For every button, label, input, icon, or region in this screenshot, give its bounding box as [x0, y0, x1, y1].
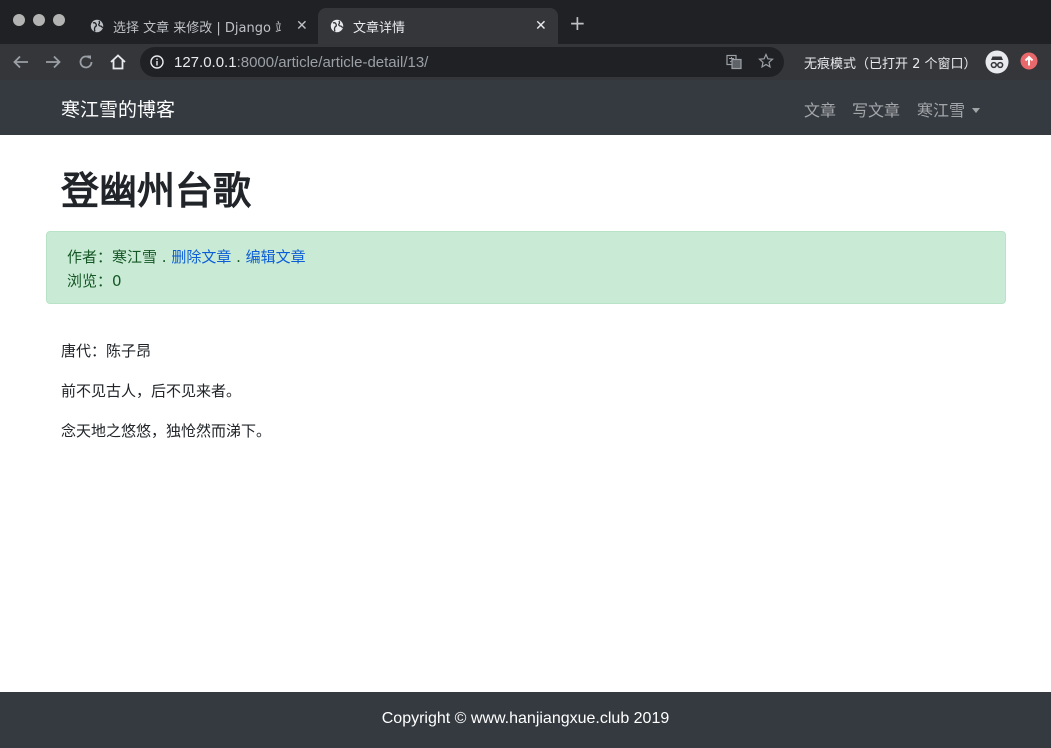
close-tab-icon[interactable]: ✕ [535, 19, 547, 33]
views-label: 浏览： [67, 272, 113, 290]
globe-icon [90, 19, 104, 33]
tab-title: 文章详情 [353, 20, 406, 36]
site-navbar: 寒江雪的博客 文章 写文章 寒江雪 [0, 80, 1051, 135]
url-text[interactable]: 127.0.0.1:8000/article/article-detail/13… [174, 54, 428, 71]
tab-article-detail[interactable]: 文章详情 ✕ [318, 8, 558, 44]
incognito-mode-label[interactable]: 无痕模式（已打开 2 个窗口） [804, 53, 977, 72]
new-tab-button[interactable]: + [569, 13, 586, 33]
browser-toolbar: 127.0.0.1:8000/article/article-detail/13… [0, 44, 1051, 80]
update-available-icon[interactable] [1020, 52, 1038, 70]
author-label: 作者： [67, 248, 113, 266]
url-host: 127.0.0.1 [174, 54, 237, 71]
tab-title: 选择 文章 来修改 | Django 站点管 [113, 20, 281, 36]
zoom-window-button[interactable] [53, 14, 65, 26]
article-paragraph: 唐代：陈子昂 [61, 342, 152, 360]
article-meta-alert: 作者：寒江雪 . 删除文章 . 编辑文章 浏览：0 [46, 231, 1006, 304]
reload-icon [79, 55, 93, 69]
user-menu-dropdown[interactable]: 寒江雪 [917, 97, 981, 121]
views-count: 0 [112, 272, 122, 290]
forward-button[interactable] [43, 52, 63, 72]
incognito-icon[interactable] [985, 50, 1009, 74]
delete-article-link[interactable]: 删除文章 [171, 248, 231, 266]
address-bar[interactable]: 127.0.0.1:8000/article/article-detail/13… [140, 47, 784, 77]
meta-views-line: 浏览：0 [67, 270, 122, 291]
author-name: 寒江雪 [112, 248, 158, 266]
copyright-text: Copyright © www.hanjiangxue.club 2019 [381, 710, 670, 727]
close-window-button[interactable] [13, 14, 25, 26]
nav-link-write-article[interactable]: 写文章 [852, 97, 900, 121]
forward-arrow-icon [46, 55, 61, 69]
browser-tab-bar: 选择 文章 来修改 | Django 站点管 ✕ 文章详情 ✕ + [0, 0, 1051, 44]
close-tab-icon[interactable]: ✕ [296, 19, 308, 33]
minimize-window-button[interactable] [33, 14, 45, 26]
article-paragraph: 前不见古人，后不见来者。 [61, 382, 242, 400]
site-footer: Copyright © www.hanjiangxue.club 2019 [0, 692, 1051, 748]
article-title: 登幽州台歌 [61, 169, 252, 213]
translate-icon[interactable] [726, 54, 742, 70]
back-button[interactable] [11, 52, 31, 72]
dropdown-caret-icon [972, 108, 981, 113]
edit-article-link[interactable]: 编辑文章 [246, 248, 306, 266]
globe-icon [330, 19, 344, 33]
back-arrow-icon [13, 55, 28, 69]
bookmark-star-icon[interactable] [758, 53, 774, 69]
home-icon [110, 54, 126, 70]
url-path: :8000/article/article-detail/13/ [236, 54, 429, 71]
tab-django-admin[interactable]: 选择 文章 来修改 | Django 站点管 ✕ [80, 8, 318, 44]
article-paragraph: 念天地之悠悠，独怆然而涕下。 [61, 422, 272, 440]
reload-button[interactable] [76, 52, 96, 72]
separator: . [231, 248, 246, 266]
site-brand[interactable]: 寒江雪的博客 [61, 95, 175, 122]
meta-author-line: 作者：寒江雪 . 删除文章 . 编辑文章 [67, 246, 306, 267]
user-menu-label: 寒江雪 [917, 101, 966, 120]
home-button[interactable] [108, 52, 128, 72]
separator: . [157, 248, 172, 266]
nav-link-articles[interactable]: 文章 [804, 97, 836, 121]
info-icon[interactable] [150, 55, 164, 69]
